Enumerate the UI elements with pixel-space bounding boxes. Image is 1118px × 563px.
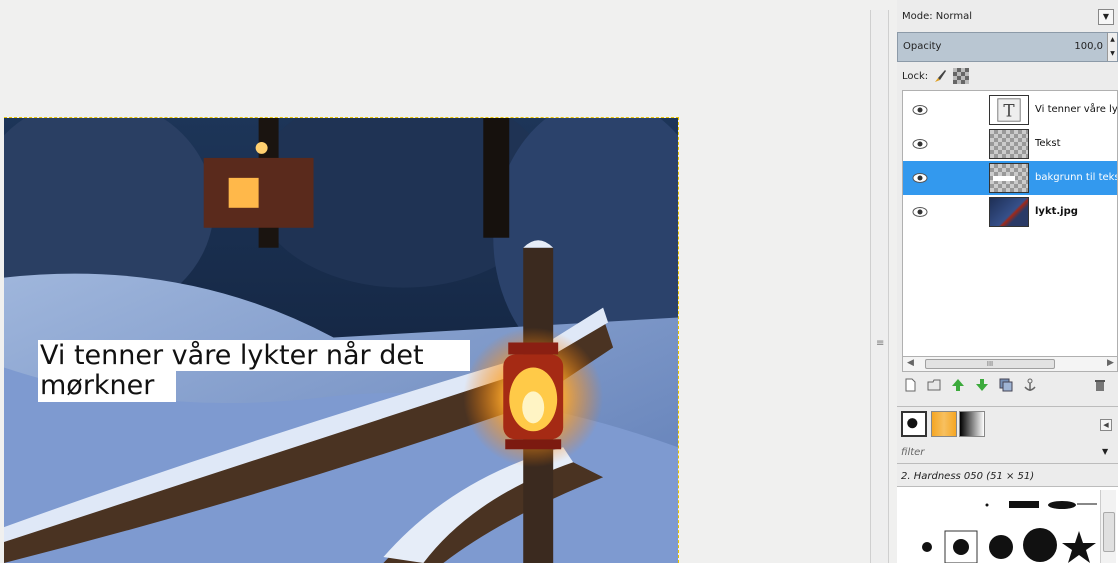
raise-layer-icon[interactable] [951, 378, 965, 392]
layer-row[interactable]: Tekst [903, 127, 1117, 161]
filter-dropdown-icon[interactable]: ▼ [1102, 447, 1108, 456]
layers-dock-panel: Mode: Normal ▼ Opacity 100,0 ▲ ▼ Lock: T … [897, 0, 1118, 563]
scrollbar-thumb[interactable] [1103, 512, 1115, 552]
opacity-value[interactable]: 100,0 [1074, 41, 1103, 52]
lock-pixels-brush-icon[interactable] [932, 68, 948, 84]
layer-thumbnail-photo [989, 197, 1029, 227]
scroll-right-icon[interactable]: ▶ [1107, 358, 1114, 368]
layers-horizontal-scrollbar[interactable]: ◀ III ▶ [902, 356, 1118, 372]
tab-menu-icon[interactable]: ◀ [1100, 419, 1112, 431]
svg-text:T: T [1003, 101, 1015, 121]
mode-selector[interactable]: Mode: Normal ▼ [897, 6, 1118, 28]
scroll-left-icon[interactable]: ◀ [907, 358, 914, 368]
filter-input[interactable]: filter [901, 447, 924, 458]
new-layer-group-icon[interactable] [927, 378, 941, 392]
canvas-vertical-scrollbar[interactable]: ≡ [870, 10, 889, 563]
tab-patterns[interactable] [931, 411, 957, 437]
eye-icon[interactable] [912, 104, 928, 116]
pane-resize-grip[interactable]: ≡ [876, 338, 884, 349]
lower-layer-icon[interactable] [975, 378, 989, 392]
lock-alpha-icon[interactable] [953, 68, 969, 84]
eye-icon[interactable] [912, 206, 928, 218]
delete-layer-icon[interactable] [1093, 378, 1107, 392]
layers-toolbar [897, 375, 1118, 395]
layer-row-selected[interactable]: bakgrunn til teks [903, 161, 1117, 195]
opacity-spin-buttons[interactable]: ▲ ▼ [1107, 33, 1117, 61]
layer-name[interactable]: Vi tenner våre lyk [1035, 104, 1117, 115]
layer-thumbnail-transparent-strip [989, 163, 1029, 193]
layer-row[interactable]: T Vi tenner våre lyk [903, 93, 1117, 127]
dropdown-arrow-icon[interactable]: ▼ [1098, 9, 1114, 25]
overlay-text-line-2[interactable]: mørkner [40, 371, 154, 401]
layer-row[interactable]: lykt.jpg [903, 195, 1117, 229]
tab-brushes[interactable] [901, 411, 927, 437]
brush-grid[interactable] [897, 486, 1118, 563]
brush-grid-scrollbar[interactable] [1100, 490, 1116, 563]
selected-brush-name: 2. Hardness 050 (51 × 51) [901, 471, 1035, 482]
new-layer-icon[interactable] [903, 378, 917, 392]
layer-thumbnail-transparent [989, 129, 1029, 159]
image-canvas[interactable]: Vi tenner våre lykter når det mørkner [4, 117, 679, 563]
layers-list[interactable]: T Vi tenner våre lyk Tekst bakgrunn til … [902, 90, 1118, 360]
layer-name[interactable]: lykt.jpg [1035, 206, 1078, 217]
brush-filter[interactable]: filter ▼ [897, 444, 1118, 464]
layer-name[interactable]: Tekst [1035, 138, 1060, 149]
duplicate-layer-icon[interactable] [999, 378, 1013, 392]
eye-icon[interactable] [912, 138, 928, 150]
opacity-slider[interactable]: Opacity 100,0 ▲ ▼ [897, 32, 1118, 62]
anchor-layer-icon[interactable] [1023, 378, 1037, 392]
lock-label: Lock: [902, 71, 929, 82]
opacity-label: Opacity [903, 41, 942, 52]
brush-tabs: ◀ [897, 406, 1118, 438]
tab-gradients[interactable] [959, 411, 985, 437]
overlay-text-line-1[interactable]: Vi tenner våre lykter når det [40, 341, 424, 371]
brush-previews [922, 501, 1097, 563]
gimp-window: Vi tenner våre lykter når det mørkner ≡ … [0, 0, 1118, 563]
image-canvas-area[interactable]: Vi tenner våre lykter når det mørkner [0, 0, 870, 563]
lock-row: Lock: [897, 66, 1118, 86]
layer-thumbnail-text-icon: T [989, 95, 1029, 125]
layer-name[interactable]: bakgrunn til teks [1035, 172, 1117, 183]
scrollbar-thumb[interactable]: III [925, 359, 1055, 369]
mode-label: Mode: Normal [902, 11, 972, 22]
eye-icon[interactable] [912, 172, 928, 184]
